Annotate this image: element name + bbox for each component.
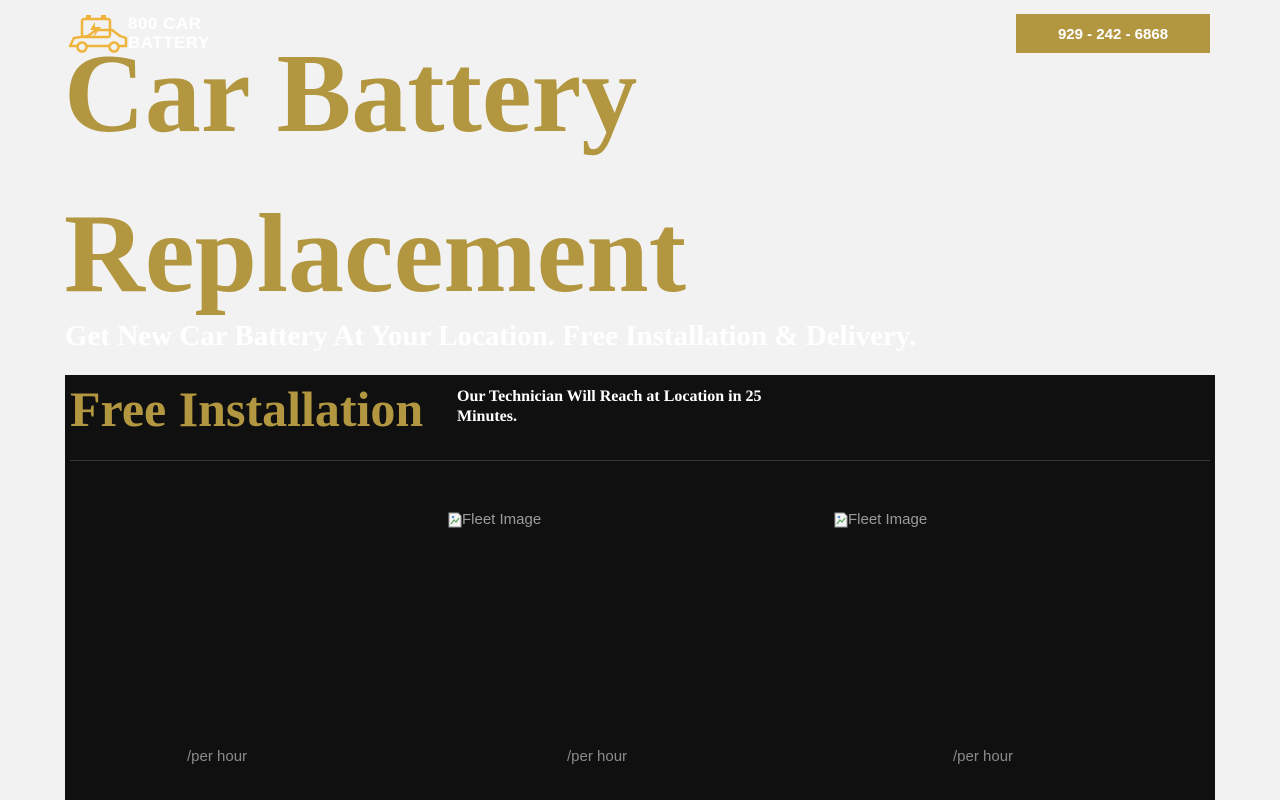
- fleet-image-3: Fleet Image: [834, 511, 927, 529]
- fleet-image-alt: Fleet Image: [462, 511, 542, 528]
- phone-call-button[interactable]: 929 - 242 - 6868: [1016, 14, 1210, 53]
- section-title: Free Installation: [70, 381, 424, 437]
- price-label-2: /per hour: [567, 748, 628, 765]
- site-logo[interactable]: 800 CAR BATTERY: [68, 14, 209, 54]
- section-description: Our Technician Will Reach at Location in…: [457, 388, 762, 425]
- price-label-3: /per hour: [953, 748, 1014, 765]
- fleet-image-alt: Fleet Image: [848, 511, 928, 528]
- fleet-image-2: Fleet Image: [448, 511, 541, 529]
- car-battery-logo-icon: [68, 15, 128, 53]
- logo-text: 800 CAR BATTERY: [128, 14, 210, 52]
- broken-image-icon: [834, 512, 848, 528]
- free-installation-section: Free Installation Our Technician Will Re…: [65, 375, 1215, 800]
- section-divider: [70, 460, 1210, 461]
- price-label-1: /per hour: [187, 748, 248, 765]
- broken-image-icon: [448, 512, 462, 528]
- hero-title: Car Battery Replacement: [64, 32, 687, 316]
